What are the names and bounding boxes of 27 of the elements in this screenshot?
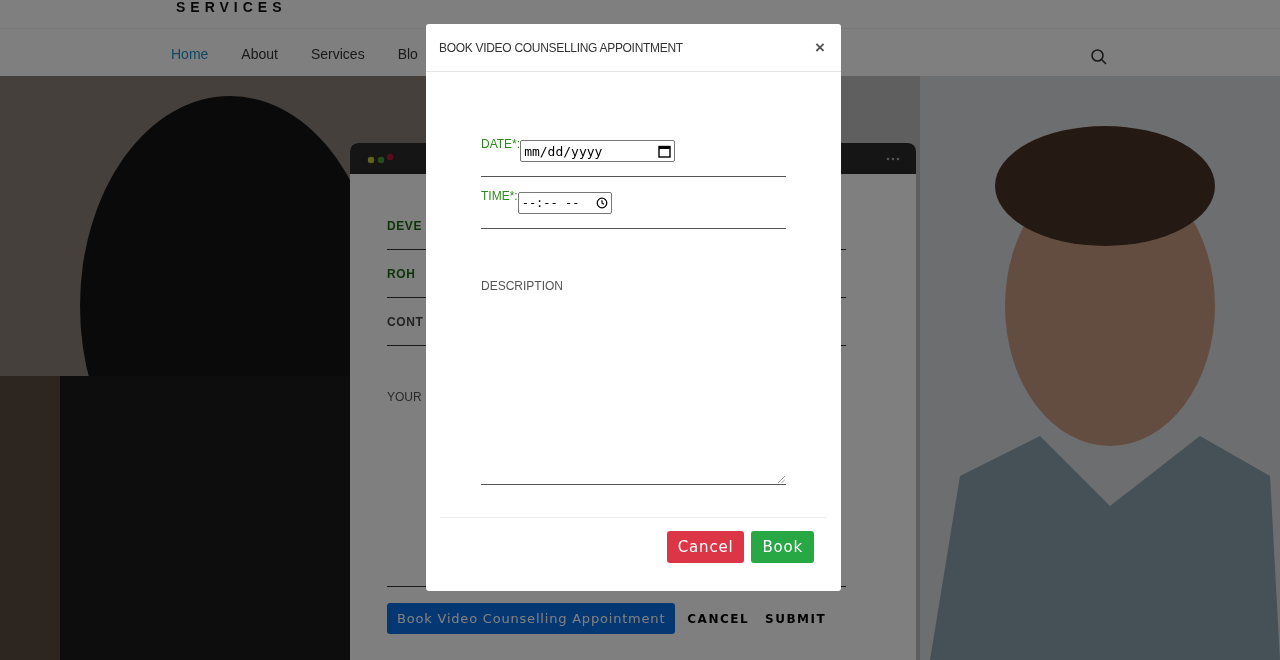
logo: SERVICES [175,0,288,14]
dialog-button[interactable]: Book [751,531,814,563]
dialog-button[interactable]: Cancel [666,531,745,563]
form-button[interactable]: Book Video Counselling Appointment [387,603,676,634]
more-icon[interactable] [886,156,900,161]
resize-grip-icon[interactable] [777,475,785,483]
form-button[interactable]: CANCEL [683,605,754,632]
form-button[interactable]: SUBMIT [761,605,831,632]
clock-icon [595,197,608,209]
field-label: ROH [387,266,416,281]
nav-link[interactable]: Services [310,46,365,62]
nav-link[interactable]: About [241,46,278,62]
field-label: CONT [387,314,424,329]
modal-title: BOOK VIDEO COUNSELLING APPOINTMENT [439,40,683,55]
nav-link[interactable]: Blo [397,46,418,62]
time-field[interactable]: --:-- -- [517,192,612,214]
window-dots-icon [366,153,396,164]
field-label: YOUR [387,390,423,404]
description-label: DESCRIPTION [481,279,564,293]
date-label: DATE*: [481,137,521,151]
close-button[interactable]: × [811,39,829,56]
field-label: DEVE [387,218,423,233]
time-label: TIME*: [481,189,518,203]
search-icon[interactable] [1090,48,1108,66]
date-field[interactable]: mm/dd/yyyy [520,140,676,162]
calendar-icon [658,144,672,158]
nav-link[interactable]: Home [171,46,209,62]
